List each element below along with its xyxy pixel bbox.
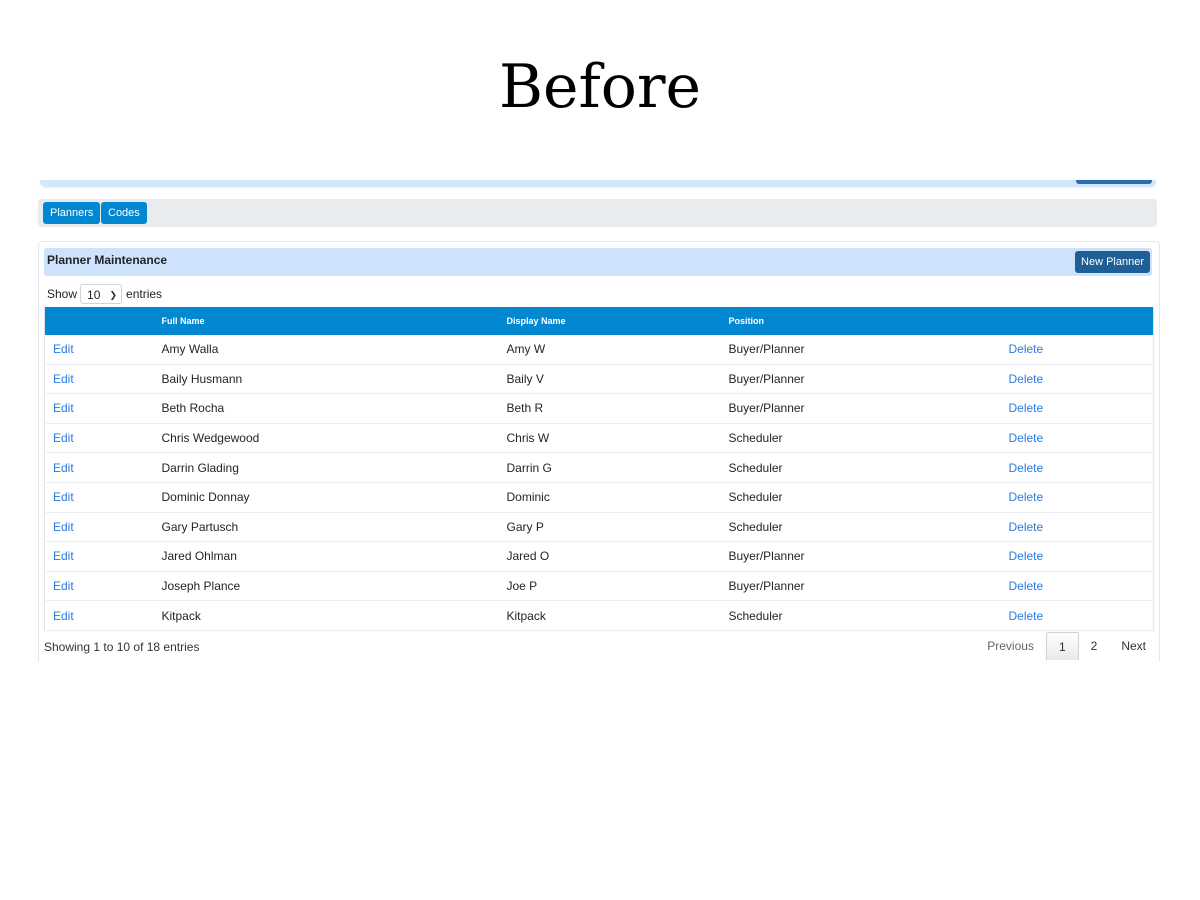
edit-link[interactable]: Edit <box>53 431 74 445</box>
full-name-cell: Baily Husmann <box>153 364 499 395</box>
edit-link[interactable]: Edit <box>53 490 74 504</box>
table-row: Edit Amy Walla Amy W Buyer/Planner Delet… <box>44 335 1154 365</box>
planner-card: Planner Maintenance New Planner Show 10 … <box>38 241 1160 662</box>
entries-length-control: Show 10 ❯ entries <box>47 283 162 305</box>
show-label: Show <box>47 287 78 301</box>
table-header-row: Full Name Display Name Position <box>44 307 1154 335</box>
edit-link[interactable]: Edit <box>53 372 74 386</box>
position-cell: Buyer/Planner <box>720 571 1001 602</box>
table-row: Edit Beth Rocha Beth R Buyer/Planner Del… <box>44 393 1154 424</box>
top-panel-button[interactable] <box>1076 180 1152 184</box>
chevron-down-icon: ❯ <box>109 290 118 300</box>
delete-link[interactable]: Delete <box>1009 431 1044 445</box>
top-panel-strip <box>40 180 1156 187</box>
edit-link[interactable]: Edit <box>53 549 74 563</box>
table-row: Edit Kitpack Kitpack Scheduler Delete <box>44 600 1154 631</box>
edit-link[interactable]: Edit <box>53 609 74 623</box>
codes-button[interactable]: Codes <box>101 202 147 224</box>
full-name-cell: Amy Walla <box>153 335 499 365</box>
display-name-cell: Kitpack <box>498 600 721 631</box>
table-row: Edit Chris Wedgewood Chris W Scheduler D… <box>44 423 1154 454</box>
card-title: Planner Maintenance <box>47 253 168 267</box>
display-name-cell: Gary P <box>498 512 721 543</box>
position-cell: Scheduler <box>720 482 1001 513</box>
full-name-cell: Jared Ohlman <box>153 541 499 572</box>
nav-bar: Planners Codes <box>38 199 1157 227</box>
table-row: Edit Gary Partusch Gary P Scheduler Dele… <box>44 512 1154 543</box>
new-planner-button[interactable]: New Planner <box>1075 251 1150 273</box>
full-name-cell: Darrin Glading <box>153 452 499 483</box>
edit-link[interactable]: Edit <box>53 401 74 415</box>
position-cell: Scheduler <box>720 423 1001 454</box>
display-name-cell: Joe P <box>498 571 721 602</box>
position-cell: Scheduler <box>720 600 1001 631</box>
display-name-cell: Darrin G <box>498 452 721 483</box>
edit-link[interactable]: Edit <box>53 461 74 475</box>
column-header-full-name[interactable]: Full Name <box>153 307 499 335</box>
previous-page-button[interactable]: Previous <box>975 632 1046 660</box>
next-page-button[interactable]: Next <box>1109 632 1158 660</box>
full-name-cell: Beth Rocha <box>153 393 499 424</box>
edit-link[interactable]: Edit <box>53 342 74 356</box>
full-name-cell: Joseph Plance <box>153 571 499 602</box>
display-name-cell: Dominic <box>498 482 721 513</box>
entries-label: entries <box>126 287 163 301</box>
delete-link[interactable]: Delete <box>1009 342 1044 356</box>
full-name-cell: Gary Partusch <box>153 512 499 543</box>
delete-link[interactable]: Delete <box>1009 549 1044 563</box>
position-cell: Buyer/Planner <box>720 364 1001 395</box>
display-name-cell: Jared O <box>498 541 721 572</box>
display-name-cell: Chris W <box>498 423 721 454</box>
full-name-cell: Kitpack <box>153 600 499 631</box>
entries-select-value: 10 <box>87 288 101 302</box>
position-cell: Buyer/Planner <box>720 393 1001 424</box>
column-header-display-name[interactable]: Display Name <box>498 307 721 335</box>
display-name-cell: Baily V <box>498 364 721 395</box>
delete-link[interactable]: Delete <box>1009 372 1044 386</box>
page-button-1[interactable]: 1 <box>1045 632 1079 660</box>
full-name-cell: Chris Wedgewood <box>153 423 499 454</box>
full-name-cell: Dominic Donnay <box>153 482 499 513</box>
pagination: Previous 1 2 Next <box>975 632 1158 660</box>
position-cell: Scheduler <box>720 452 1001 483</box>
delete-link[interactable]: Delete <box>1009 579 1044 593</box>
delete-link[interactable]: Delete <box>1009 609 1044 623</box>
page-button-2[interactable]: 2 <box>1079 632 1110 660</box>
position-cell: Buyer/Planner <box>720 335 1001 365</box>
delete-link[interactable]: Delete <box>1009 520 1044 534</box>
position-cell: Scheduler <box>720 512 1001 543</box>
display-name-cell: Beth R <box>498 393 721 424</box>
delete-link[interactable]: Delete <box>1009 401 1044 415</box>
entries-select[interactable]: 10 ❯ <box>80 284 123 304</box>
column-header[interactable] <box>1000 307 1154 335</box>
table-info: Showing 1 to 10 of 18 entries <box>44 640 200 654</box>
table-row: Edit Darrin Glading Darrin G Scheduler D… <box>44 452 1154 483</box>
edit-link[interactable]: Edit <box>53 579 74 593</box>
table-row: Edit Baily Husmann Baily V Buyer/Planner… <box>44 364 1154 395</box>
page-heading: Before <box>498 52 702 122</box>
delete-link[interactable]: Delete <box>1009 490 1044 504</box>
display-name-cell: Amy W <box>498 335 721 365</box>
table-row: Edit Joseph Plance Joe P Buyer/Planner D… <box>44 571 1154 602</box>
table-row: Edit Jared Ohlman Jared O Buyer/Planner … <box>44 541 1154 572</box>
column-header[interactable] <box>44 307 154 335</box>
card-header: Planner Maintenance New Planner <box>44 248 1152 276</box>
edit-link[interactable]: Edit <box>53 520 74 534</box>
column-header-position[interactable]: Position <box>720 307 1001 335</box>
planners-table: Full Name Display Name Position Edit Amy… <box>44 307 1154 631</box>
delete-link[interactable]: Delete <box>1009 461 1044 475</box>
position-cell: Buyer/Planner <box>720 541 1001 572</box>
planners-button[interactable]: Planners <box>43 202 101 224</box>
table-row: Edit Dominic Donnay Dominic Scheduler De… <box>44 482 1154 513</box>
